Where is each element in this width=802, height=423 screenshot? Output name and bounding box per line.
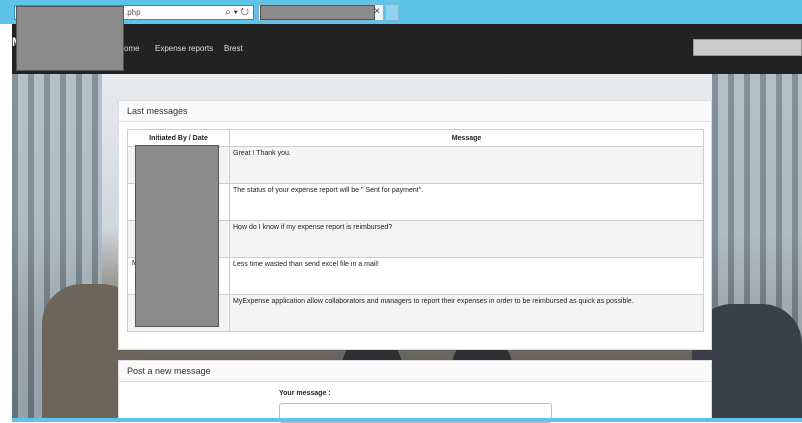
message-cell: Less time wasted than send excel file in… bbox=[229, 257, 704, 295]
message-label: Your message : bbox=[279, 390, 331, 397]
column-header: Message bbox=[229, 129, 704, 147]
nav-home[interactable]: ome bbox=[124, 44, 140, 53]
message-cell: How do I know if my expense report is re… bbox=[229, 220, 704, 258]
message-cell: MyExpense application allow collaborator… bbox=[229, 294, 704, 332]
user-menu-redacted[interactable] bbox=[693, 39, 802, 56]
column-header: Initiated By / Date bbox=[127, 129, 230, 147]
post-panel-title: Post a new message bbox=[119, 361, 711, 382]
redacted-tab-title bbox=[260, 5, 375, 20]
address-actions-icon[interactable]: ⌕ ▾ ↻ bbox=[225, 6, 249, 20]
top-navbar: M ome Expense reports Brest bbox=[12, 24, 802, 74]
post-message-panel: Post a new message Your message : bbox=[118, 360, 712, 423]
new-tab-button[interactable] bbox=[385, 4, 399, 21]
panel-title: Last messages bbox=[119, 101, 711, 122]
message-cell: Great ! Thank you. bbox=[229, 146, 704, 184]
message-cell: The status of your expense report will b… bbox=[229, 183, 704, 221]
address-text: .php bbox=[125, 8, 141, 17]
redacted-initiators bbox=[135, 145, 219, 327]
redacted-block bbox=[16, 6, 124, 71]
nav-expense-reports[interactable]: Expense reports bbox=[155, 44, 213, 53]
nav-brest[interactable]: Brest bbox=[224, 44, 243, 53]
bottom-border bbox=[12, 418, 802, 422]
tab-close-icon[interactable]: × bbox=[374, 6, 380, 17]
